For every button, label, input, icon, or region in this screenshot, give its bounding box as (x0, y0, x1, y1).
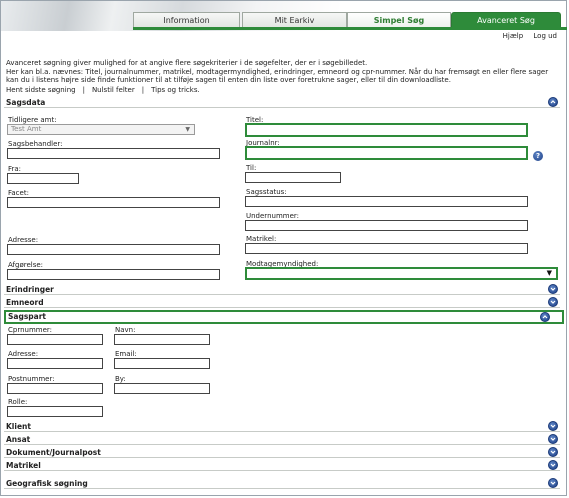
label-fra: Fra: (8, 165, 22, 173)
top-links: Hjælp Log ud (495, 32, 557, 40)
section-label: Sagspart (8, 312, 47, 321)
label-by: By: (115, 375, 126, 383)
label-rolle: Rolle: (8, 398, 28, 406)
chevron-up-icon[interactable] (548, 97, 558, 107)
postnummer-input[interactable] (7, 383, 103, 394)
label-sagspart-adresse: Adresse: (8, 350, 39, 358)
rolle-input[interactable] (7, 406, 103, 417)
chevron-down-icon[interactable] (548, 421, 558, 431)
label-matrikel: Matrikel: (246, 235, 277, 243)
matrikel-input[interactable] (245, 243, 528, 254)
reset-fields-link[interactable]: Nulstil felter (92, 86, 135, 94)
facet-input[interactable] (7, 197, 220, 208)
section-label: Dokument/Journalpost (6, 448, 101, 457)
sagspart-adresse-input[interactable] (7, 358, 103, 369)
label-facet: Facet: (8, 189, 29, 197)
chevron-down-icon[interactable] (548, 434, 558, 444)
header-banner: Information Mit Earkiv Simpel Søg Avance… (1, 1, 567, 31)
tab-avanceret-sog[interactable]: Avanceret Søg (451, 12, 561, 27)
label-cprnummer: Cprnummer: (8, 326, 53, 334)
section-label: Sagsdata (6, 98, 46, 107)
section-geografisk-sogning[interactable]: Geografisk søgning (4, 478, 560, 489)
section-label: Klient (6, 422, 31, 431)
section-label: Erindringer (6, 285, 54, 294)
chevron-down-icon[interactable] (548, 447, 558, 457)
tab-simpel-sog[interactable]: Simpel Søg (347, 12, 451, 27)
chevron-down-icon[interactable] (548, 478, 558, 488)
label-tidligere-amt: Tidligere amt: (8, 116, 57, 124)
section-emneord[interactable]: Emneord (4, 297, 560, 308)
undernummer-input[interactable] (245, 220, 528, 231)
last-search-link[interactable]: Hent sidste søgning (6, 86, 76, 94)
tips-link[interactable]: Tips og tricks. (151, 86, 200, 94)
section-label: Ansat (6, 435, 31, 444)
section-label: Emneord (6, 298, 44, 307)
label-undernummer: Undernummer: (246, 212, 299, 220)
label-navn: Navn: (115, 326, 136, 334)
section-label: Matrikel (6, 461, 41, 470)
titel-input[interactable] (245, 123, 528, 137)
section-ansat[interactable]: Ansat (4, 434, 560, 445)
tab-mit-earkiv[interactable]: Mit Earkiv (242, 12, 347, 27)
tidligere-amt-value: Test Amt (11, 125, 42, 133)
journalnr-input[interactable] (245, 146, 528, 160)
sagsbehandler-input[interactable] (7, 148, 220, 159)
label-email: Email: (115, 350, 137, 358)
adresse-input[interactable] (7, 244, 220, 255)
chevron-down-icon: ▼ (546, 269, 552, 277)
modtagemyndighed-select[interactable]: ▼ (245, 267, 558, 280)
til-input[interactable] (245, 172, 341, 183)
chevron-down-icon[interactable] (548, 297, 558, 307)
afgoerelse-input[interactable] (7, 269, 220, 280)
section-matrikel[interactable]: Matrikel (4, 460, 560, 471)
search-actions: Hent sidste søgning | Nulstil felter | Tips … (6, 86, 200, 94)
intro-text: Avanceret søgning giver mulighed for at … (6, 59, 556, 85)
label-afgoerelse: Afgørelse: (8, 261, 44, 269)
section-label: Geografisk søgning (6, 479, 88, 488)
help-icon[interactable]: ? (533, 151, 543, 161)
logout-link[interactable]: Log ud (533, 32, 557, 40)
chevron-down-icon: ▼ (185, 126, 190, 133)
chevron-down-icon[interactable] (548, 460, 558, 470)
section-erindringer[interactable]: Erindringer (4, 284, 560, 295)
chevron-up-icon[interactable] (540, 312, 550, 322)
tab-information[interactable]: Information (133, 12, 240, 27)
label-sagsstatus: Sagsstatus: (246, 188, 287, 196)
tab-underline (133, 27, 567, 30)
section-dokument-journalpost[interactable]: Dokument/Journalpost (4, 447, 560, 458)
help-link[interactable]: Hjælp (503, 32, 523, 40)
by-input[interactable] (114, 383, 210, 394)
email-input[interactable] (114, 358, 210, 369)
label-sagsbehandler: Sagsbehandler: (8, 140, 63, 148)
label-til: Til: (246, 164, 257, 172)
intro-line-1: Avanceret søgning giver mulighed for at … (6, 59, 368, 67)
intro-line-2: Her kan bl.a. nævnes: Titel, journalnumm… (6, 67, 549, 85)
fra-input[interactable] (7, 173, 79, 184)
section-klient[interactable]: Klient (4, 421, 560, 432)
sagsstatus-input[interactable] (245, 196, 528, 207)
navn-input[interactable] (114, 334, 210, 345)
label-adresse: Adresse: (8, 236, 39, 244)
section-sagsdata[interactable]: Sagsdata (4, 97, 560, 108)
section-sagspart[interactable]: Sagspart (4, 310, 564, 324)
cprnummer-input[interactable] (7, 334, 103, 345)
chevron-down-icon[interactable] (548, 284, 558, 294)
label-postnummer: Postnummer: (8, 375, 55, 383)
tidligere-amt-select[interactable]: Test Amt ▼ (7, 124, 195, 135)
